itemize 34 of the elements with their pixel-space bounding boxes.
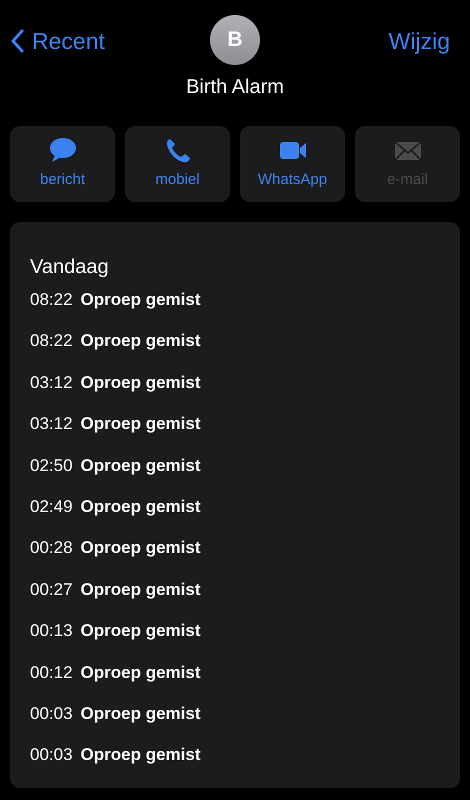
section-heading: Vandaag [30,255,110,280]
call-status: Oproep gemist [80,578,201,601]
action-button[interactable]: WhatsApp [240,126,345,202]
call-status: Oproep gemist [80,289,201,311]
call-status: Oproep gemist [80,744,201,766]
call-time: 00:28 [30,537,73,560]
call-time: 02:49 [30,496,73,518]
chevron-left-icon [10,29,24,54]
call-time: 02:50 [30,454,73,477]
call-time: 00:27 [30,578,73,601]
call-time: 03:12 [30,413,73,436]
action-button[interactable]: mobiel [125,126,230,202]
call-time: 00:03 [30,702,73,725]
call-status: Oproep gemist [80,620,201,642]
call-time: 00:03 [30,744,73,766]
contact-name: Birth Alarm [185,75,285,100]
call-time: 00:12 [30,662,73,684]
edit-button[interactable]: Wijzig [388,24,450,58]
call-time: 08:22 [30,330,73,352]
call-status: Oproep gemist [80,702,201,725]
call-status: Oproep gemist [80,372,201,394]
call-time: 03:12 [30,372,73,394]
message-bubble-icon [48,136,76,165]
call-status: Oproep gemist [80,496,201,518]
call-status: Oproep gemist [80,662,201,684]
call-status: Oproep gemist [80,413,201,436]
call-status: Oproep gemist [80,454,201,477]
call-status: Oproep gemist [80,330,201,352]
call-status: Oproep gemist [80,537,201,560]
action-button[interactable]: bericht [10,126,115,202]
avatar: B [210,15,260,65]
back-button[interactable]: Recent [10,24,105,58]
call-time: 08:22 [30,289,73,311]
call-time: 00:13 [30,620,73,642]
